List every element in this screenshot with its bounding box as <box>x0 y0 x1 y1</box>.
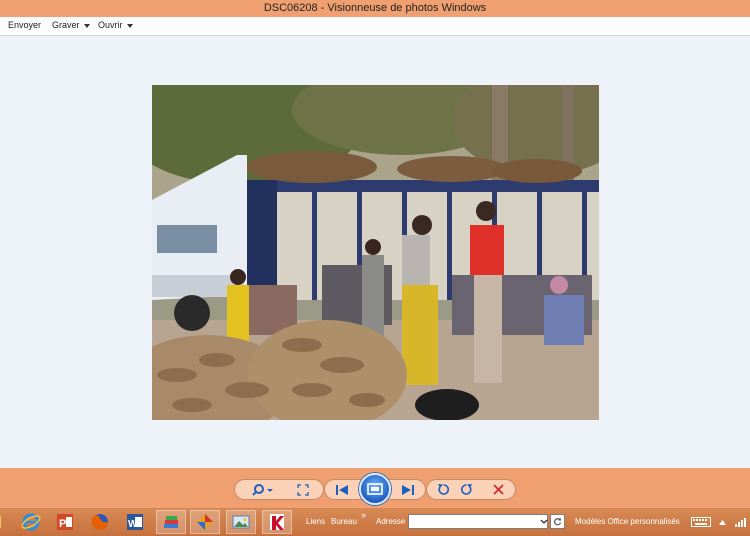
toolbar-overflow-chevron[interactable]: » <box>361 510 366 520</box>
internet-explorer-icon <box>21 513 41 531</box>
refresh-icon <box>554 517 562 526</box>
app-icon <box>197 514 213 530</box>
rotate-counterclockwise-button[interactable] <box>434 481 452 498</box>
title-bar[interactable]: DSC06208 - Visionneuse de photos Windows <box>0 0 750 17</box>
rotate-clockwise-icon <box>460 484 472 495</box>
menu-bar: Envoyer Graver Ouvrir <box>0 17 750 36</box>
tray-overflow-button[interactable] <box>716 510 728 534</box>
address-input-value <box>409 521 411 530</box>
address-go-button[interactable] <box>550 514 565 529</box>
start-edge[interactable] <box>0 510 6 534</box>
address-dropdown-button[interactable] <box>536 514 551 529</box>
office-templates-toolbar[interactable]: Modèles Office personnalisés <box>575 517 680 526</box>
rotate-counterclockwise-icon <box>437 484 449 495</box>
taskbar-app[interactable] <box>190 510 220 534</box>
firefox-icon <box>91 514 108 530</box>
keyboard-icon <box>691 517 711 527</box>
start-button-icon <box>0 516 1 528</box>
next-button[interactable] <box>396 481 420 498</box>
taskbar-photo-viewer[interactable] <box>226 510 256 534</box>
network-tray-button[interactable] <box>732 510 748 534</box>
control-bar <box>0 468 750 508</box>
taskbar-word[interactable]: W <box>120 510 150 534</box>
desktop-toolbar-label[interactable]: Bureau <box>331 517 357 526</box>
menu-graver-label: Graver <box>52 20 80 30</box>
taskbar-books-app[interactable] <box>156 510 186 534</box>
window-title: DSC06208 - Visionneuse de photos Windows <box>263 2 487 14</box>
chevron-down-icon <box>126 23 133 28</box>
address-input[interactable] <box>408 514 548 529</box>
delete-button[interactable] <box>488 481 508 498</box>
taskbar-firefox[interactable] <box>85 510 115 534</box>
chevron-down-icon <box>540 519 547 524</box>
taskbar-kaspersky[interactable] <box>262 510 292 534</box>
keyboard-tray-button[interactable] <box>688 510 714 534</box>
fit-to-window-button[interactable] <box>294 481 312 498</box>
slideshow-icon <box>367 483 383 495</box>
kaspersky-icon <box>270 514 284 530</box>
svg-text:P: P <box>59 518 66 530</box>
previous-icon <box>336 484 348 495</box>
chevron-down-icon <box>83 23 90 28</box>
powerpoint-icon: P <box>57 514 73 530</box>
market-scene-photo <box>152 85 599 420</box>
zoom-icon <box>252 483 273 496</box>
address-label: Adresse <box>376 517 406 526</box>
word-icon: W <box>127 514 143 530</box>
menu-ouvrir[interactable]: Ouvrir <box>98 20 133 30</box>
taskbar-powerpoint[interactable]: P <box>50 510 80 534</box>
displayed-photo[interactable] <box>152 85 599 420</box>
taskbar-internet-explorer[interactable] <box>16 510 46 534</box>
signal-strength-icon <box>735 518 746 527</box>
chevron-up-icon <box>718 519 726 525</box>
menu-graver[interactable]: Graver <box>52 20 90 30</box>
previous-button[interactable] <box>330 481 354 498</box>
slideshow-button[interactable] <box>359 473 391 505</box>
books-icon <box>164 516 178 528</box>
links-toolbar-label[interactable]: Liens <box>306 517 325 526</box>
taskbar: P W Liens Bureau » Adresse Modèles Offic… <box>0 508 750 536</box>
menu-ouvrir-label: Ouvrir <box>98 20 123 30</box>
photo-viewer-icon <box>232 515 250 529</box>
zoom-button[interactable] <box>250 481 276 498</box>
fit-to-window-icon <box>297 483 309 496</box>
next-icon <box>402 484 414 495</box>
svg-text:W: W <box>128 519 138 530</box>
menu-envoyer[interactable]: Envoyer <box>8 20 41 30</box>
delete-icon <box>492 484 504 495</box>
rotate-clockwise-button[interactable] <box>457 481 475 498</box>
menu-envoyer-label: Envoyer <box>8 20 42 30</box>
